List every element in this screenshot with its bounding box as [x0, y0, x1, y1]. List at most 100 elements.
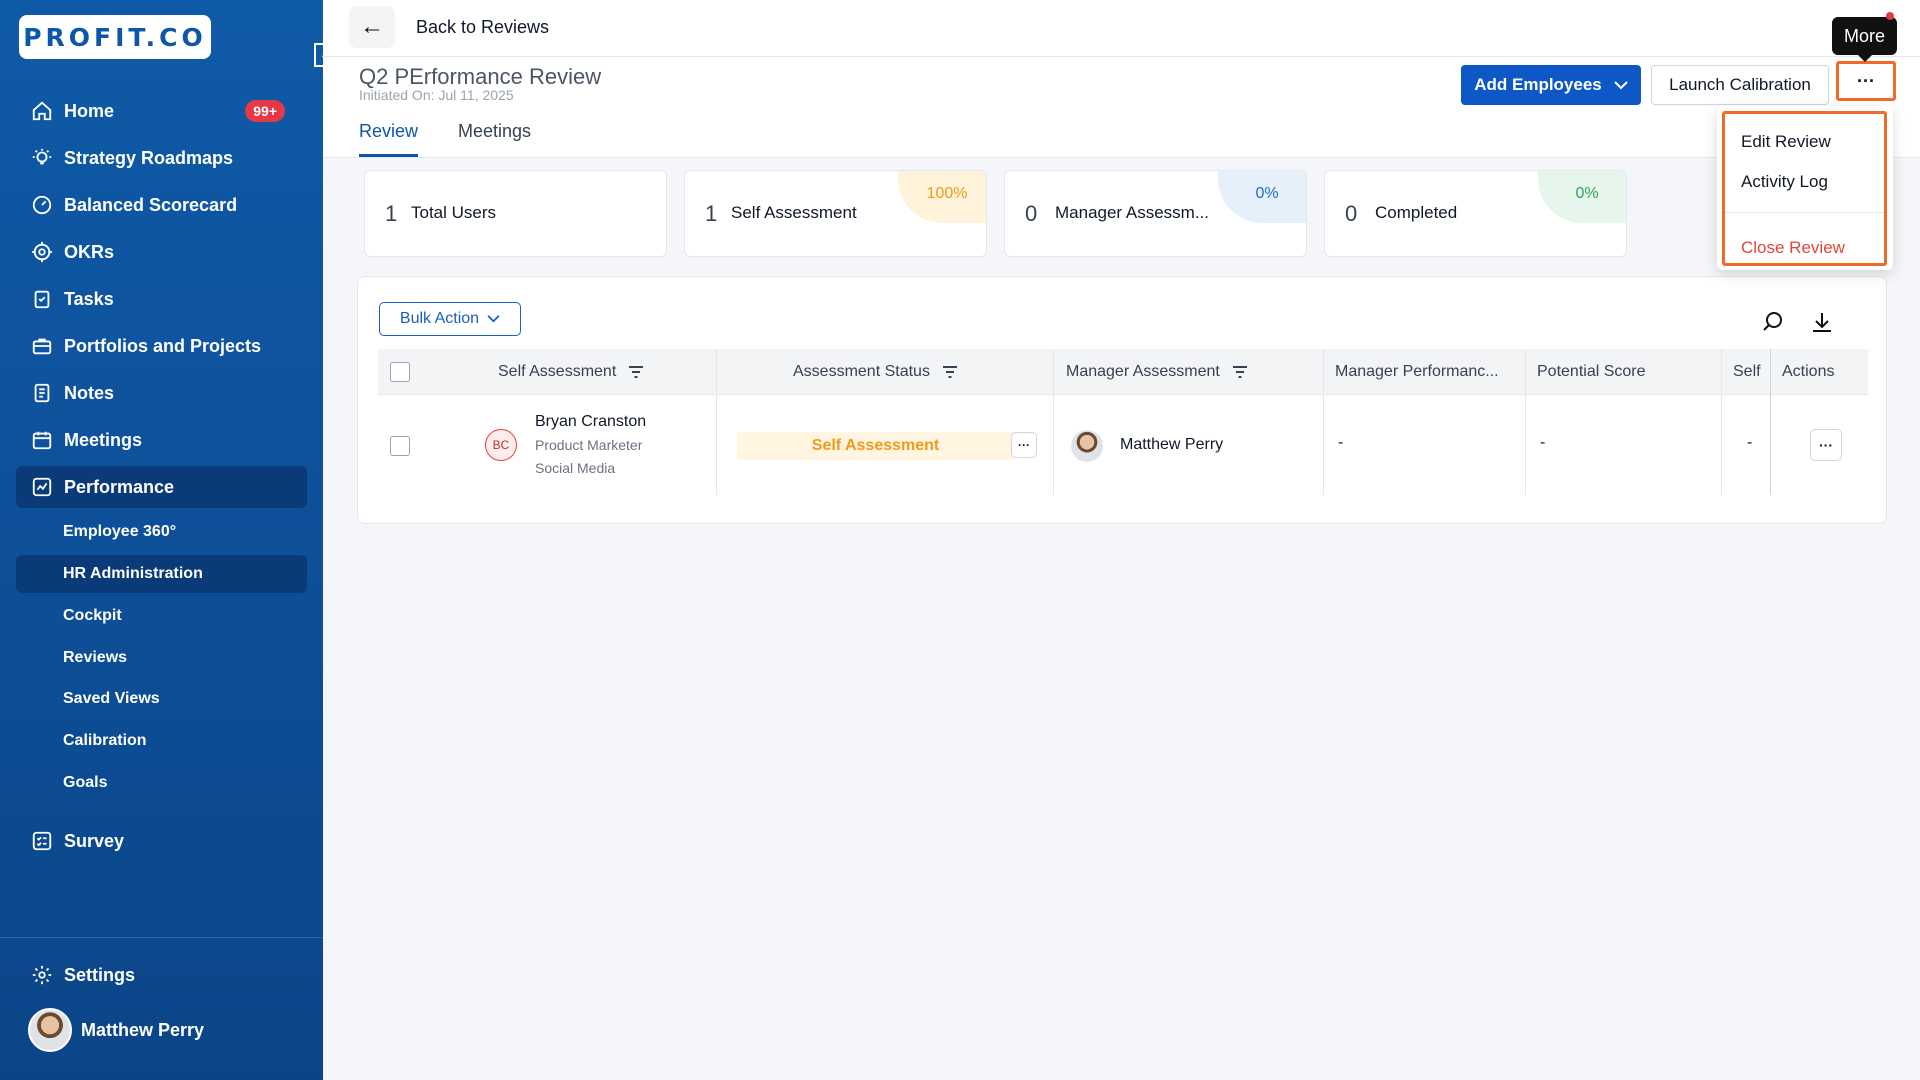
card-percent: 0% [1218, 171, 1306, 223]
column-assessment-status[interactable]: Assessment Status [793, 349, 958, 395]
survey-icon [30, 829, 54, 853]
card-label: Completed [1375, 203, 1458, 222]
review-table-panel: Bulk Action Self Assessment Assessment S… [357, 276, 1887, 524]
notification-badge: 99+ [245, 100, 285, 122]
download-icon[interactable] [1809, 309, 1835, 335]
review-header: Q2 PErformance Review Initiated On: Jul … [323, 57, 1920, 158]
sidebar-item-survey[interactable]: Survey [16, 820, 307, 862]
top-bar: ← Back to Reviews [323, 0, 1920, 57]
sidebar-sub-employee-360[interactable]: Employee 360° [16, 513, 307, 551]
bulk-action-button[interactable]: Bulk Action [379, 302, 521, 336]
manager-name: Matthew Perry [1120, 436, 1224, 453]
status-options-button[interactable]: ··· [1011, 432, 1037, 458]
notes-icon [30, 381, 54, 405]
calendar-icon [30, 428, 54, 452]
manager-performance-value: - [1338, 434, 1344, 451]
employee-role: Product Marketer [535, 437, 643, 453]
back-arrow-button[interactable]: ← [349, 6, 395, 48]
initiated-date: Initiated On: Jul 11, 2025 [359, 87, 514, 103]
back-to-reviews-link[interactable]: Back to Reviews [416, 17, 549, 38]
more-tooltip: More [1832, 17, 1897, 62]
sidebar-sub-calibration[interactable]: Calibration [16, 722, 307, 760]
column-divider [1770, 349, 1771, 495]
sidebar-sub-reviews[interactable]: Reviews [16, 639, 307, 677]
sidebar: PROFIT.CO ‹ Home 99+ Strategy Roadmaps B… [0, 0, 334, 1080]
more-options-button[interactable]: ··· [1836, 61, 1896, 101]
user-name: Matthew Perry [81, 1019, 205, 1040]
column-manager-performance[interactable]: Manager Performanc... [1335, 349, 1499, 395]
launch-calibration-button[interactable]: Launch Calibration [1651, 65, 1829, 105]
self-value: - [1747, 434, 1753, 451]
sidebar-item-strategy-roadmaps[interactable]: Strategy Roadmaps [16, 137, 307, 179]
column-divider [1525, 349, 1526, 495]
arrow-left-icon: ← [360, 13, 384, 40]
home-icon [30, 99, 54, 123]
card-percent: 0% [1538, 171, 1626, 223]
chevron-down-icon [1614, 75, 1628, 95]
sidebar-item-settings[interactable]: Settings [16, 954, 307, 996]
sidebar-item-balanced-scorecard[interactable]: Balanced Scorecard [16, 184, 307, 226]
column-divider [1721, 349, 1722, 495]
column-potential-score[interactable]: Potential Score [1537, 349, 1646, 395]
row-actions-button[interactable]: ··· [1810, 429, 1842, 461]
card-percent: 100% [898, 171, 986, 223]
sidebar-item-tasks[interactable]: Tasks [16, 278, 307, 320]
column-divider [1323, 349, 1324, 495]
gear-icon [30, 963, 54, 987]
tab-meetings[interactable]: Meetings [458, 121, 531, 154]
menu-divider [1725, 212, 1884, 213]
select-all-checkbox[interactable] [390, 362, 410, 382]
card-count: 0 [1345, 201, 1358, 226]
sidebar-item-home[interactable]: Home 99+ [16, 90, 307, 132]
notification-dot [1886, 12, 1894, 20]
search-icon[interactable] [1760, 309, 1786, 335]
card-count: 1 [705, 201, 718, 226]
summary-card-self-assessment[interactable]: 1 Self Assessment 100% [684, 170, 987, 257]
activity-log-menu-item[interactable]: Activity Log [1741, 172, 1828, 192]
manager-avatar [1071, 430, 1103, 462]
potential-score-value: - [1540, 434, 1546, 451]
summary-card-manager-assessment[interactable]: 0 Manager Assessm... 0% [1004, 170, 1307, 257]
sidebar-item-meetings[interactable]: Meetings [16, 419, 307, 461]
sidebar-sub-cockpit[interactable]: Cockpit [16, 597, 307, 635]
employee-name[interactable]: Bryan Cranston [535, 413, 646, 431]
filter-icon[interactable] [1232, 365, 1248, 379]
tab-review[interactable]: Review [359, 121, 419, 157]
sidebar-sub-saved-views[interactable]: Saved Views [16, 680, 307, 718]
summary-card-completed[interactable]: 0 Completed 0% [1324, 170, 1627, 257]
column-manager-assessment[interactable]: Manager Assessment [1066, 349, 1248, 395]
card-count: 1 [385, 201, 398, 226]
add-employees-button[interactable]: Add Employees [1461, 65, 1641, 105]
card-label: Total Users [411, 203, 497, 222]
sidebar-divider [0, 937, 323, 938]
summary-card-total-users[interactable]: 1 Total Users [364, 170, 667, 257]
clipboard-check-icon [30, 287, 54, 311]
filter-icon[interactable] [942, 365, 958, 379]
profitco-logo[interactable]: PROFIT.CO [19, 15, 211, 59]
current-user[interactable]: Matthew Perry [28, 1008, 204, 1052]
table-header: Self Assessment Assessment Status Manage… [378, 349, 1868, 395]
gauge-icon [30, 193, 54, 217]
sidebar-sub-goals[interactable]: Goals [16, 764, 307, 802]
column-self[interactable]: Self [1733, 349, 1761, 395]
filter-icon[interactable] [628, 365, 644, 379]
row-checkbox[interactable] [390, 436, 410, 456]
performance-chart-icon [30, 475, 54, 499]
card-count: 0 [1025, 201, 1038, 226]
more-options-menu: Edit Review Activity Log Close Review [1717, 106, 1893, 270]
briefcase-icon [30, 334, 54, 358]
close-review-menu-item[interactable]: Close Review [1741, 238, 1845, 258]
user-avatar [28, 1008, 72, 1052]
edit-review-menu-item[interactable]: Edit Review [1741, 132, 1831, 152]
target-icon [30, 240, 54, 264]
assessment-status-badge: Self Assessment [737, 432, 1014, 460]
column-divider [1053, 349, 1054, 495]
column-self-assessment[interactable]: Self Assessment [498, 349, 644, 395]
column-actions: Actions [1782, 363, 1835, 380]
sidebar-item-performance[interactable]: Performance [16, 466, 307, 508]
sidebar-item-okrs[interactable]: OKRs [16, 231, 307, 273]
sidebar-item-notes[interactable]: Notes [16, 372, 307, 414]
employee-avatar: BC [485, 429, 517, 461]
sidebar-item-portfolios[interactable]: Portfolios and Projects [16, 325, 307, 367]
sidebar-sub-hr-administration[interactable]: HR Administration [16, 555, 307, 593]
